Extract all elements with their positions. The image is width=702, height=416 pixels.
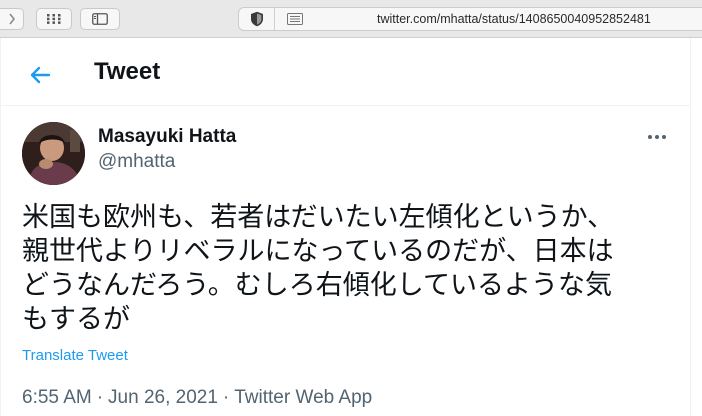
reader-icon[interactable]	[287, 13, 303, 25]
more-icon	[648, 135, 666, 139]
sidebar-icon	[92, 13, 108, 25]
forward-button[interactable]	[0, 8, 24, 30]
author-name[interactable]: Masayuki Hatta	[98, 126, 236, 148]
page-header: Tweet	[0, 38, 691, 106]
tweet-page: Tweet Masayuki Hatta @mhatta 米国も欧州も、若者はだ…	[0, 38, 702, 416]
meta-separator: ·	[222, 387, 230, 408]
meta-separator: ·	[96, 387, 104, 408]
tweet-text-line: もするが	[22, 304, 130, 335]
tweet-text-line: 親世代よりリベラルになっているのだが、日本は	[22, 236, 614, 267]
tweet-time[interactable]: 6:55 AM	[22, 387, 92, 408]
tab-overview-button[interactable]	[36, 8, 72, 30]
grid-icon	[47, 14, 61, 24]
author-handle[interactable]: @mhatta	[98, 151, 175, 173]
tweet-source[interactable]: Twitter Web App	[234, 387, 372, 408]
shield-icon	[250, 11, 263, 27]
back-button[interactable]	[22, 57, 58, 93]
tweet-metadata: 6:55 AM · Jun 26, 2021 · Twitter Web App	[22, 387, 372, 409]
avatar[interactable]	[22, 122, 85, 185]
tweet-date[interactable]: Jun 26, 2021	[108, 387, 218, 408]
address-bar[interactable]: twitter.com/mhatta/status/14086500409528…	[238, 7, 702, 31]
tweet-text-line: どうなんだろう。むしろ右傾化しているような気	[22, 270, 612, 301]
privacy-report-button[interactable]	[239, 8, 275, 30]
profile-photo-icon	[22, 122, 85, 185]
translate-tweet-link[interactable]: Translate Tweet	[22, 347, 128, 364]
url-text[interactable]: twitter.com/mhatta/status/14086500409528…	[377, 12, 651, 26]
browser-toolbar: twitter.com/mhatta/status/14086500409528…	[0, 0, 702, 38]
page-title: Tweet	[94, 58, 161, 85]
tweet-text: 米国も欧州も、若者はだいたい左傾化というか、 親世代よりリベラルになっているのだ…	[22, 201, 682, 337]
sidebar-toggle-button[interactable]	[80, 8, 120, 30]
arrow-left-icon	[30, 66, 51, 84]
more-options-button[interactable]	[640, 124, 674, 150]
chevron-right-icon	[8, 13, 15, 25]
tweet-text-line: 米国も欧州も、若者はだいたい左傾化というか、	[22, 202, 615, 233]
